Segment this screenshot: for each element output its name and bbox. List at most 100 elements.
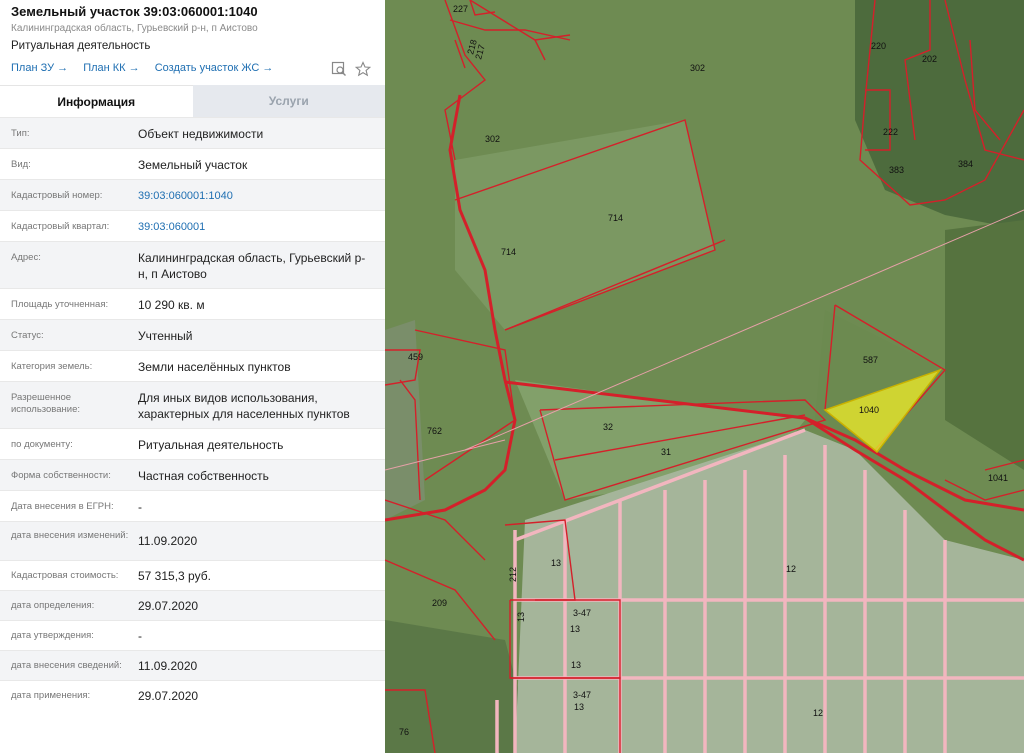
parcel-label: 12 (786, 564, 796, 574)
table-row: Кадастровый номер: 39:03:060001:1040 (0, 179, 385, 210)
parcel-label: 31 (661, 447, 671, 457)
row-label: дата внесения изменений: (11, 530, 129, 541)
row-label: Адрес: (11, 252, 41, 263)
row-value: 10 290 кв. м (138, 298, 205, 312)
star-icon[interactable] (354, 61, 372, 77)
parcel-label: 13 (551, 558, 561, 568)
parcel-label: 220 (871, 41, 886, 51)
row-label: Площадь уточненная: (11, 299, 109, 310)
parcel-label: 13 (574, 702, 584, 712)
table-row: Кадастровая стоимость: 57 315,3 руб. (0, 560, 385, 590)
parcel-label: 212 (508, 567, 518, 582)
row-label: дата определения: (11, 600, 95, 611)
parcel-label: 714 (501, 247, 516, 257)
table-row: Форма собственности: Частная собственнос… (0, 459, 385, 490)
row-label: дата утверждения: (11, 630, 94, 641)
parcel-label: 3-47 (573, 608, 591, 618)
parcel-label: 302 (690, 63, 705, 73)
parcel-label: 13 (571, 660, 581, 670)
row-label: по документу: (11, 439, 73, 450)
table-row: Категория земель: Земли населённых пункт… (0, 350, 385, 381)
table-row: дата внесения изменений: 11.09.2020 (0, 521, 385, 560)
page-title: Земельный участок 39:03:060001:1040 (11, 4, 258, 19)
table-row: Кадастровый квартал: 39:03:060001 (0, 210, 385, 241)
parcel-label: 13 (570, 624, 580, 634)
parcel-label: 32 (603, 422, 613, 432)
row-label: дата применения: (11, 690, 91, 701)
row-value: Калининградская область, Гурьевский р-н,… (138, 251, 366, 281)
row-label: Кадастровая стоимость: (11, 570, 119, 581)
row-label: Форма собственности: (11, 470, 111, 481)
tab-bar: Информация Услуги (0, 85, 385, 117)
parcel-label: 3-47 (573, 690, 591, 700)
row-label: Статус: (11, 330, 44, 341)
table-row: Вид: Земельный участок (0, 148, 385, 179)
parcel-label: 714 (608, 213, 623, 223)
table-row: дата утверждения: - (0, 620, 385, 650)
tab-services[interactable]: Услуги (192, 85, 385, 117)
map-canvas[interactable]: 227 218 217 302 302 220 202 222 383 384 … (385, 0, 1024, 753)
table-row: Адрес: Калининградская область, Гурьевск… (0, 241, 385, 288)
action-links: План ЗУ → План КК → Создать участок ЖС → (11, 62, 285, 74)
purpose-text: Ритуальная деятельность (11, 40, 151, 52)
row-value: - (138, 500, 142, 514)
create-plot-link[interactable]: Создать участок ЖС → (155, 62, 274, 74)
table-row: Разрешенное использование: Для иных видо… (0, 381, 385, 428)
table-row: дата применения: 29.07.2020 (0, 680, 385, 710)
parcel-label: 459 (408, 352, 423, 362)
row-value: 11.09.2020 (138, 534, 198, 548)
info-panel: Земельный участок 39:03:060001:1040 Кали… (0, 0, 385, 753)
parcel-label: 1041 (988, 473, 1008, 483)
table-row: Дата внесения в ЕГРН: - (0, 490, 385, 521)
row-label: Тип: (11, 128, 30, 139)
cadastral-number-link[interactable]: 39:03:060001:1040 (138, 188, 373, 204)
header-icons (331, 61, 372, 77)
row-value: Частная собственность (138, 469, 269, 483)
table-row: Площадь уточненная: 10 290 кв. м (0, 288, 385, 319)
parcel-label: 209 (432, 598, 447, 608)
parcel-label: 383 (889, 165, 904, 175)
table-row: дата внесения сведений: 11.09.2020 (0, 650, 385, 680)
row-value: Земли населённых пунктов (138, 360, 291, 374)
row-label: Разрешенное использование: (11, 392, 81, 415)
parcel-label: 302 (485, 134, 500, 144)
parcel-label: 384 (958, 159, 973, 169)
parcel-label: 12 (813, 708, 823, 718)
plan-kk-link[interactable]: План КК → (83, 62, 139, 74)
row-value: 57 315,3 руб. (138, 569, 211, 583)
search-map-icon[interactable] (331, 61, 347, 77)
row-value: 29.07.2020 (138, 599, 199, 613)
row-label: Дата внесения в ЕГРН: (11, 501, 114, 512)
parcel-label: 587 (863, 355, 878, 365)
table-row: Тип: Объект недвижимости (0, 117, 385, 148)
properties-table: Тип: Объект недвижимости Вид: Земельный … (0, 117, 385, 710)
row-label: Категория земель: (11, 361, 93, 372)
row-value: 29.07.2020 (138, 689, 199, 703)
parcel-label: 762 (427, 426, 442, 436)
parcel-label: 76 (399, 727, 409, 737)
row-value: - (138, 629, 142, 643)
table-row: Статус: Учтенный (0, 319, 385, 350)
row-value: Объект недвижимости (138, 127, 264, 141)
address-subtitle: Калининградская область, Гурьевский р-н,… (11, 23, 258, 34)
row-value: Земельный участок (138, 158, 248, 172)
row-value: Ритуальная деятельность (138, 438, 284, 452)
cadastral-map[interactable]: 227 218 217 302 302 220 202 222 383 384 … (385, 0, 1024, 753)
cadastral-quarter-link[interactable]: 39:03:060001 (138, 219, 373, 235)
table-row: по документу: Ритуальная деятельность (0, 428, 385, 459)
table-row: дата определения: 29.07.2020 (0, 590, 385, 620)
parcel-label: 227 (453, 4, 468, 14)
row-label: дата внесения сведений: (11, 660, 122, 671)
row-label: Кадастровый квартал: (11, 221, 110, 232)
tab-info[interactable]: Информация (0, 85, 193, 117)
row-value: Для иных видов использования, характерны… (138, 391, 350, 421)
row-label: Кадастровый номер: (11, 190, 103, 201)
row-value: 11.09.2020 (138, 659, 198, 673)
parcel-label: 222 (883, 127, 898, 137)
parcel-label: 202 (922, 54, 937, 64)
row-label: Вид: (11, 159, 31, 170)
plan-zu-link[interactable]: План ЗУ → (11, 62, 68, 74)
selected-parcel-label: 1040 (859, 405, 879, 415)
row-value: Учтенный (138, 329, 193, 343)
parcel-label: 13 (516, 612, 526, 622)
